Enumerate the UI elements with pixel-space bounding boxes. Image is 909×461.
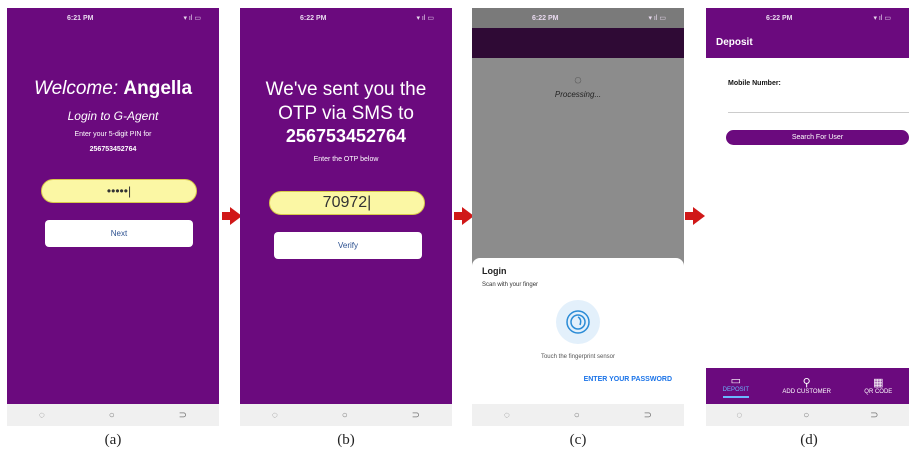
tab-add-customer[interactable]: ⚲ ADD CUSTOMER [782, 377, 831, 395]
flow-arrow-3 [685, 207, 705, 225]
screen-deposit: 6:22 PM ▾ ıl ▭ Deposit Mobile Number: Se… [706, 8, 909, 426]
welcome-heading: Welcome: Angella [7, 78, 219, 100]
android-nav-bar: ◌ ○ ⊃ [240, 404, 452, 426]
status-time: 6:22 PM [766, 14, 793, 22]
recent-apps-icon[interactable]: ◌ [736, 410, 742, 421]
screen-otp: 6:22 PM ▾ ıl ▭ We've sent you the OTP vi… [240, 8, 452, 426]
otp-line-2: OTP via SMS to [278, 103, 414, 124]
caption-a: (a) [104, 432, 122, 448]
home-icon[interactable]: ○ [109, 410, 115, 421]
tab-add-customer-label: ADD CUSTOMER [782, 389, 831, 395]
home-icon[interactable]: ○ [803, 410, 809, 421]
status-bar: 6:22 PM ▾ ıl ▭ [240, 8, 452, 28]
pin-input[interactable]: •••••| [41, 179, 197, 203]
screen-fingerprint: 6:22 PM ▾ ıl ▭ ◌ Processing... Login Sca… [472, 8, 684, 426]
status-time: 6:22 PM [532, 14, 559, 22]
back-icon[interactable]: ⊃ [179, 410, 187, 421]
otp-value: 70972 [322, 194, 368, 211]
sheet-title: Login [482, 266, 507, 276]
next-button[interactable]: Next [45, 220, 193, 247]
login-title: Login to G-Agent [67, 109, 159, 123]
welcome-prefix: Welcome: [33, 78, 119, 99]
back-icon[interactable]: ⊃ [412, 410, 420, 421]
status-time: 6:21 PM [67, 14, 94, 22]
app-bar: Deposit [706, 28, 909, 58]
status-icons: ▾ ıl ▭ [873, 15, 891, 22]
otp-prompt: Enter the OTP below [313, 156, 379, 163]
phone-number: 256753452764 [89, 146, 137, 153]
tab-deposit-label: DEPOSIT [722, 386, 750, 393]
verify-button[interactable]: Verify [274, 232, 422, 259]
status-time: 6:22 PM [300, 14, 327, 22]
status-icons: ▾ ıl ▭ [416, 15, 434, 22]
status-bar: 6:22 PM ▾ ıl ▭ [706, 8, 909, 28]
back-icon[interactable]: ⊃ [644, 410, 652, 421]
caption-d: (d) [800, 432, 818, 448]
status-bar: 6:22 PM ▾ ıl ▭ [472, 8, 684, 28]
welcome-name: Angella [123, 78, 193, 99]
qr-code-icon: ▦ [873, 377, 884, 389]
mobile-number-input[interactable] [728, 102, 909, 113]
caption-b: (b) [337, 432, 355, 448]
recent-apps-icon[interactable]: ◌ [39, 410, 45, 421]
status-icons: ▾ ıl ▭ [183, 15, 201, 22]
add-person-icon: ⚲ [802, 377, 811, 389]
recent-apps-icon[interactable]: ◌ [504, 410, 510, 421]
caption-c: (c) [569, 432, 587, 448]
android-nav-bar: ◌ ○ ⊃ [706, 404, 909, 426]
bottom-tab-bar: ▭ DEPOSIT ⚲ ADD CUSTOMER ▦ QR CODE [706, 368, 909, 404]
phone-number: 256753452764 [285, 126, 407, 146]
screen-login-pin: 6:21 PM ▾ ıl ▭ Welcome: Angella Login to… [7, 8, 219, 426]
back-icon[interactable]: ⊃ [870, 410, 878, 421]
otp-message: We've sent you the OTP via SMS to [240, 78, 452, 126]
sheet-subtitle: Scan with your finger [482, 282, 539, 288]
page-title: Deposit [716, 37, 753, 48]
status-icons: ▾ ıl ▭ [648, 15, 666, 22]
android-nav-bar: ◌ ○ ⊃ [472, 404, 684, 426]
recent-apps-icon[interactable]: ◌ [272, 410, 278, 421]
home-icon[interactable]: ○ [342, 410, 348, 421]
status-bar: 6:21 PM ▾ ıl ▭ [7, 8, 219, 28]
enter-password-link[interactable]: ENTER YOUR PASSWORD [584, 376, 672, 383]
fingerprint-sheet: Login Scan with your finger Touch the fi… [472, 258, 684, 404]
card-icon: ▭ [730, 374, 742, 387]
pin-prompt: Enter your 5-digit PIN for [74, 131, 152, 138]
dimmed-app-bar [472, 28, 684, 58]
mobile-number-label: Mobile Number: [728, 80, 781, 87]
search-user-button[interactable]: Search For User [726, 130, 909, 145]
tab-qr-code-label: QR CODE [864, 389, 893, 395]
fingerprint-icon[interactable] [556, 300, 600, 344]
otp-line-1: We've sent you the [265, 79, 427, 100]
otp-input[interactable]: 70972| [269, 191, 425, 215]
tab-qr-code[interactable]: ▦ QR CODE [864, 377, 892, 395]
spinner-icon: ◌ [574, 72, 582, 87]
touch-hint: Touch the fingerprint sensor [540, 354, 616, 360]
home-icon[interactable]: ○ [574, 410, 580, 421]
android-nav-bar: ◌ ○ ⊃ [7, 404, 219, 426]
tab-deposit[interactable]: ▭ DEPOSIT [722, 374, 750, 398]
pin-masked-value: ••••• [106, 184, 128, 198]
processing-text: Processing... [554, 90, 602, 99]
